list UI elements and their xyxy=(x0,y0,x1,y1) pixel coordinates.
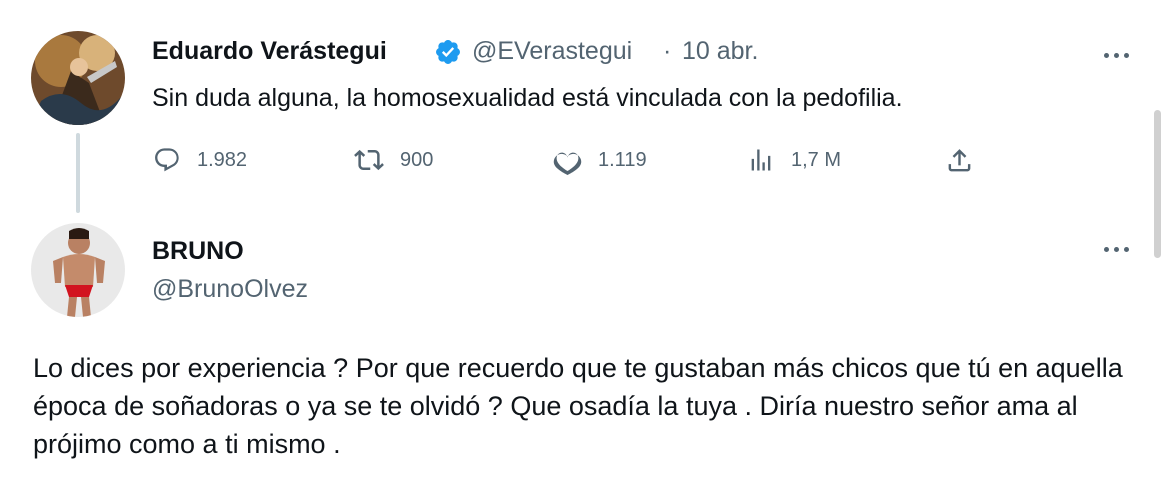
like-icon xyxy=(553,152,582,175)
author-avatar[interactable] xyxy=(31,31,125,125)
reply-author-handle[interactable]: @BrunoOlvez xyxy=(152,275,308,304)
author-name[interactable]: Eduardo Verástegui xyxy=(152,37,387,66)
tweet-date[interactable]: 10 abr. xyxy=(682,37,758,66)
reply-button[interactable]: 1.982 xyxy=(153,144,247,176)
retweet-button[interactable]: 900 xyxy=(354,144,433,176)
share-button[interactable] xyxy=(945,144,974,176)
reply-author-avatar[interactable] xyxy=(31,223,125,317)
reply-count: 1.982 xyxy=(197,148,248,171)
reply-author-name[interactable]: BRUNO xyxy=(152,237,244,266)
more-options-icon[interactable] xyxy=(1104,50,1136,60)
reply-more-options-icon[interactable] xyxy=(1104,244,1136,254)
author-handle[interactable]: @EVerastegui xyxy=(472,37,632,66)
scrollbar[interactable] xyxy=(1154,110,1161,258)
thread-connector-line xyxy=(76,133,80,213)
like-count: 1.119 xyxy=(598,148,647,171)
verified-badge-icon xyxy=(436,40,460,64)
like-button[interactable]: 1.119 xyxy=(553,144,647,176)
views-count: 1,7 M xyxy=(791,148,842,171)
views-icon xyxy=(751,149,771,171)
reply-text: Lo dices por experiencia ? Por que recue… xyxy=(33,353,1123,459)
tweet-text: Sin duda alguna, la homosexualidad está … xyxy=(152,84,903,112)
retweet-icon xyxy=(354,149,384,171)
date-separator: · xyxy=(663,37,672,65)
reply-icon xyxy=(155,148,179,172)
views-button[interactable]: 1,7 M xyxy=(747,144,841,176)
share-icon xyxy=(948,148,971,171)
retweet-count: 900 xyxy=(400,148,434,171)
